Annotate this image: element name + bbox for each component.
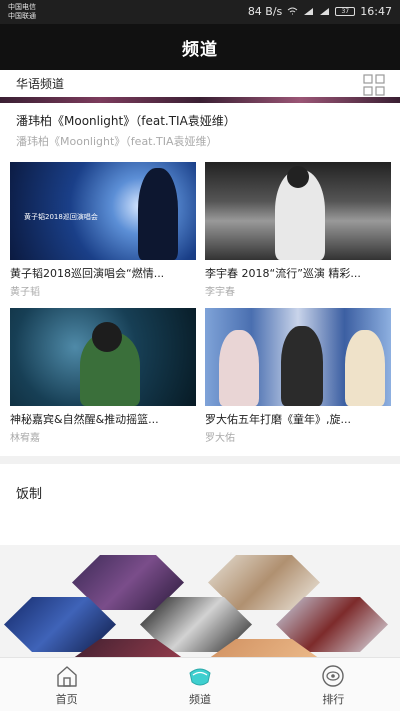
banner-strip[interactable] xyxy=(0,97,400,103)
video-title[interactable]: 神秘嘉宾&自然醒&推动摇篮... xyxy=(10,411,196,427)
carrier-info: 中国电信 中国联通 xyxy=(8,3,36,21)
thumbnail-caption: 黄子韬2018巡回演唱会 xyxy=(24,213,98,221)
featured-artist: 潘玮柏《Moonlight》（feat.TIA袁娅维） xyxy=(16,135,218,148)
network-speed: 84 B/s xyxy=(247,5,283,18)
video-artist: 黄子韬 xyxy=(10,287,40,298)
video-artist: 林宥嘉 xyxy=(10,433,40,444)
channel-icon xyxy=(189,668,211,685)
app-header: 频道 xyxy=(0,24,400,70)
wifi-icon xyxy=(287,7,298,15)
video-title[interactable]: 黄子韬2018巡回演唱会“燃情... xyxy=(10,265,196,281)
nav-label: 首页 xyxy=(55,692,78,706)
section-divider xyxy=(0,456,400,464)
video-card[interactable]: 神秘嘉宾&自然醒&推动摇篮... 林宥嘉 xyxy=(10,308,196,444)
featured-title[interactable]: 潘玮柏《Moonlight》（feat.TIA袁娅维） xyxy=(16,112,236,129)
fan-made-collage[interactable] xyxy=(0,545,400,657)
home-icon xyxy=(56,665,77,687)
grid-icon[interactable] xyxy=(362,73,386,97)
battery-indicator: 37 xyxy=(335,7,356,16)
carrier-1: 中国电信 xyxy=(8,3,36,11)
video-thumbnail[interactable] xyxy=(205,308,391,406)
nav-label: 频道 xyxy=(188,692,211,706)
status-indicators: 84 B/s 37 16:47 xyxy=(248,5,392,18)
video-thumbnail[interactable]: 黄子韬2018巡回演唱会 xyxy=(10,162,196,260)
video-thumbnail[interactable] xyxy=(10,308,196,406)
video-card[interactable]: 罗大佑五年打磨《童年》,旋... 罗大佑 xyxy=(205,308,391,444)
ranking-icon xyxy=(322,664,345,687)
bottom-nav: 首页 频道 排行 xyxy=(0,657,400,711)
signal-icon xyxy=(304,8,314,15)
section-title: 饭制 xyxy=(16,487,43,502)
nav-channel[interactable]: 频道 xyxy=(133,658,266,711)
video-artist: 罗大佑 xyxy=(205,433,235,444)
carrier-2: 中国联通 xyxy=(8,12,36,20)
video-artist: 李宇春 xyxy=(205,287,235,298)
nav-label: 排行 xyxy=(322,692,345,706)
nav-home[interactable]: 首页 xyxy=(0,658,133,711)
video-card[interactable]: 黄子韬2018巡回演唱会 黄子韬2018巡回演唱会“燃情... 黄子韬 xyxy=(10,162,196,298)
video-title[interactable]: 罗大佑五年打磨《童年》,旋... xyxy=(205,411,391,427)
status-bar: 中国电信 中国联通 84 B/s 37 16:47 xyxy=(0,0,400,24)
signal-icon-2 xyxy=(320,8,330,15)
page-title: 频道 xyxy=(182,39,218,60)
video-card[interactable]: 李宇春 2018“流行”巡演 精彩... 李宇春 xyxy=(205,162,391,298)
nav-ranking[interactable]: 排行 xyxy=(267,658,400,711)
video-thumbnail[interactable] xyxy=(205,162,391,260)
channel-name: 华语频道 xyxy=(16,77,65,91)
clock: 16:47 xyxy=(360,5,392,18)
video-title[interactable]: 李宇春 2018“流行”巡演 精彩... xyxy=(205,265,391,281)
